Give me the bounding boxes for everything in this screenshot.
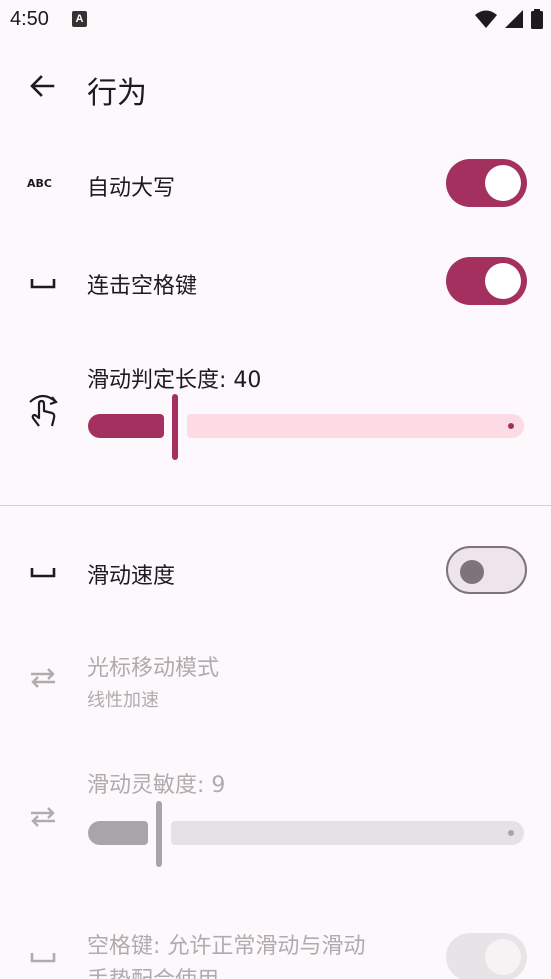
- setting-space-swipe[interactable]: 空格键: 允许正常滑动与滑动 手势配合使用: [0, 920, 551, 979]
- page-title: 行为: [87, 76, 147, 111]
- setting-auto-capitalize[interactable]: ABC 自动大写: [0, 150, 551, 220]
- swap-horiz-icon: [26, 805, 60, 829]
- abc-icon: ABC: [26, 172, 60, 194]
- switch-thumb: [485, 263, 521, 299]
- slider-handle[interactable]: [172, 394, 178, 460]
- setting-swipe-speed[interactable]: 滑动速度: [0, 537, 551, 607]
- setting-double-space[interactable]: 连击空格键: [0, 248, 551, 318]
- svg-text:ABC: ABC: [27, 177, 52, 190]
- setting-swipe-sensitivity: 滑动灵敏度: 9: [0, 755, 551, 875]
- slider-stop-indicator: [508, 423, 514, 429]
- wifi-icon: [475, 10, 497, 28]
- status-icons: [475, 8, 543, 30]
- space-swipe-switch[interactable]: [446, 933, 527, 979]
- battery-icon: [531, 9, 543, 29]
- arrow-back-icon: [30, 75, 55, 97]
- swipe-speed-switch[interactable]: [446, 546, 527, 594]
- space-bar-icon: [26, 272, 60, 294]
- setting-label: 连击空格键: [87, 274, 198, 299]
- swap-horiz-icon: [26, 666, 60, 690]
- slider-inactive-track: [187, 414, 524, 438]
- divider: [0, 505, 551, 506]
- swipe-gesture-icon: [26, 390, 60, 430]
- setting-label: 光标移动模式: [87, 656, 220, 681]
- slider-stop-indicator: [508, 830, 514, 836]
- switch-thumb: [485, 165, 521, 201]
- slider-active-track: [88, 821, 148, 845]
- status-time: 4:50: [10, 8, 49, 30]
- setting-label: 滑动速度: [87, 564, 176, 589]
- notification-app-icon: A: [72, 11, 87, 27]
- setting-summary: 线性加速: [87, 690, 159, 711]
- swipe-sensitivity-slider[interactable]: [88, 801, 524, 867]
- slider-active-track: [88, 414, 164, 438]
- setting-label: 自动大写: [87, 176, 176, 201]
- switch-thumb: [460, 560, 484, 584]
- setting-label-line2: 手势配合使用: [87, 962, 219, 979]
- switch-thumb: [485, 939, 521, 975]
- slider-inactive-track: [171, 821, 524, 845]
- setting-cursor-mode[interactable]: 光标移动模式 线性加速: [0, 640, 551, 720]
- back-button[interactable]: [22, 66, 62, 106]
- app-bar: 行为: [0, 56, 551, 120]
- swipe-threshold-slider[interactable]: [88, 394, 524, 460]
- setting-label: 空格键: 允许正常滑动与滑动: [87, 934, 366, 959]
- space-bar-icon: [26, 561, 60, 583]
- auto-capitalize-switch[interactable]: [446, 159, 527, 207]
- setting-label: 滑动判定长度: 40: [87, 368, 262, 393]
- cellular-signal-icon: [505, 10, 523, 28]
- setting-swipe-threshold: 滑动判定长度: 40: [0, 350, 551, 480]
- double-space-switch[interactable]: [446, 257, 527, 305]
- setting-label: 滑动灵敏度: 9: [87, 773, 226, 798]
- status-bar: 4:50 A: [0, 0, 551, 40]
- slider-handle[interactable]: [156, 801, 162, 867]
- space-bar-icon: [26, 946, 60, 968]
